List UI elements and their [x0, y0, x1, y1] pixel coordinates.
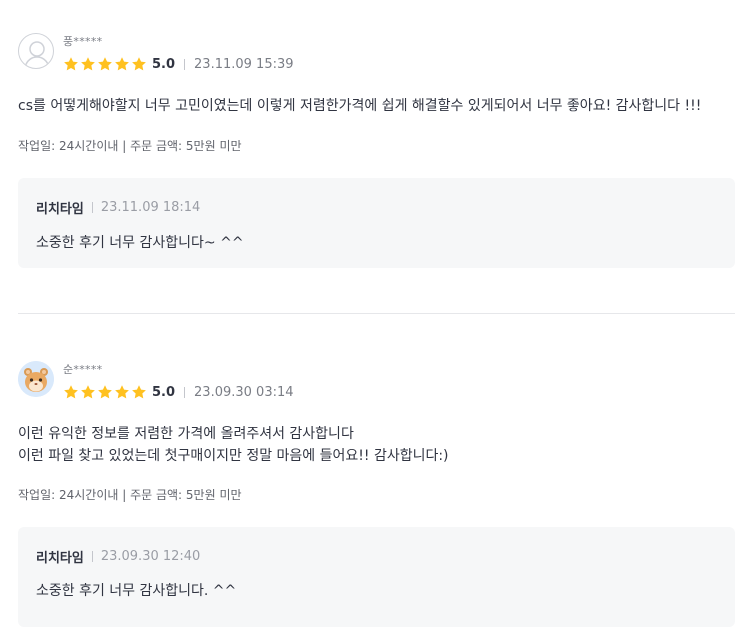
star-icon — [114, 384, 130, 400]
divider — [91, 202, 93, 213]
reply-header: 리치타임 23.09.30 12:40 — [36, 547, 200, 566]
review-content: 이런 유익한 정보를 저렴한 가격에 올려주셔서 감사합니다 이런 파일 찾고 … — [18, 426, 449, 464]
reviewer-nickname: 순***** — [63, 363, 103, 376]
divider — [184, 58, 186, 70]
divider — [91, 551, 93, 562]
default-avatar-icon — [18, 33, 54, 69]
rating-row: 5.0 23.09.30 03:14 — [63, 383, 294, 401]
star-icon — [63, 56, 79, 72]
seller-reply: 리치타임 23.11.09 18:14 소중한 후기 너무 감사합니다~ ^^ — [18, 178, 735, 268]
star-icon — [131, 384, 147, 400]
seller-name: 리치타임 — [36, 551, 84, 566]
star-icon — [80, 384, 96, 400]
divider — [184, 386, 186, 398]
reply-text: 소중한 후기 너무 감사합니다~ ^^ — [36, 235, 244, 251]
star-icon — [114, 56, 130, 72]
review-divider — [18, 313, 735, 314]
seller-name: 리치타임 — [36, 202, 84, 217]
seller-reply: 리치타임 23.09.30 12:40 소중한 후기 너무 감사합니다. ^^ — [18, 527, 735, 627]
star-icon — [97, 56, 113, 72]
review-content: cs를 어떻게해야할지 너무 고민이였는데 이렇게 저렴한가격에 쉽게 해결할수… — [18, 98, 702, 114]
star-icon — [63, 384, 79, 400]
review-date: 23.11.09 15:39 — [194, 56, 294, 72]
review-meta: 작업일: 24시간이내 | 주문 금액: 5만원 미만 — [18, 488, 242, 502]
star-icon — [80, 56, 96, 72]
reviewer-nickname: 풍***** — [63, 35, 103, 48]
review-meta: 작업일: 24시간이내 | 주문 금액: 5만원 미만 — [18, 139, 242, 153]
star-rating — [63, 56, 147, 72]
star-icon — [97, 384, 113, 400]
hamster-avatar-icon — [18, 361, 54, 397]
reply-header: 리치타임 23.11.09 18:14 — [36, 198, 200, 217]
reply-date: 23.11.09 18:14 — [100, 200, 201, 215]
reply-text: 소중한 후기 너무 감사합니다. ^^ — [36, 583, 237, 599]
star-rating — [63, 384, 147, 400]
review-date: 23.09.30 03:14 — [194, 384, 294, 400]
rating-score: 5.0 — [152, 384, 176, 400]
rating-row: 5.0 23.11.09 15:39 — [63, 55, 294, 73]
star-icon — [131, 56, 147, 72]
reply-date: 23.09.30 12:40 — [100, 549, 201, 564]
rating-score: 5.0 — [152, 56, 176, 72]
